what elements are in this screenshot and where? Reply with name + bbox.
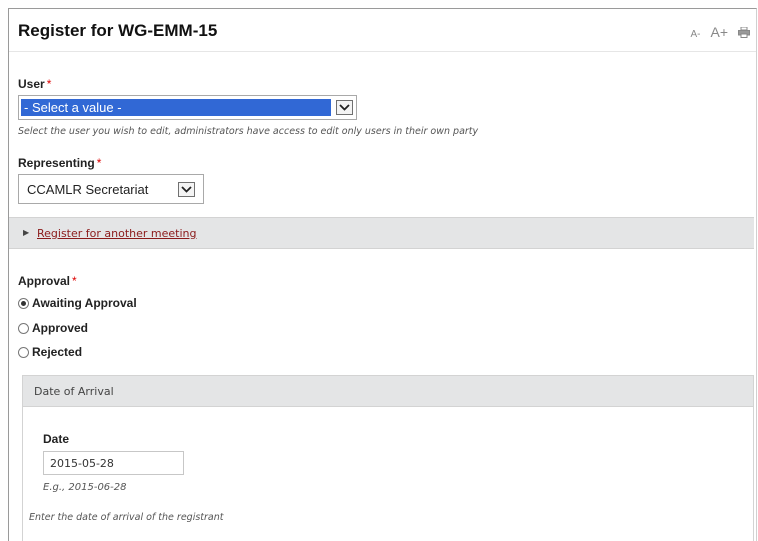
- date-of-arrival-fieldset: Date of Arrival Date E.g., 2015-06-28 En…: [22, 375, 754, 541]
- approval-label-text: Approval: [18, 274, 71, 288]
- user-label: User *: [18, 77, 51, 91]
- radio-button[interactable]: [18, 346, 29, 358]
- another-meeting-link[interactable]: Register for another meeting: [37, 227, 197, 240]
- user-select-value: - Select a value -: [21, 99, 331, 116]
- approval-option-label: Approved: [32, 321, 89, 335]
- caret-right-icon[interactable]: ▶: [23, 228, 29, 237]
- representing-label: Representing *: [18, 156, 101, 170]
- approval-option-awaiting[interactable]: Awaiting Approval: [18, 296, 137, 310]
- another-meeting-fieldset[interactable]: ▶ Register for another meeting: [9, 217, 754, 249]
- chevron-down-icon[interactable]: [336, 100, 353, 115]
- date-description: Enter the date of arrival of the registr…: [29, 512, 224, 523]
- date-of-arrival-legend-text: Date of Arrival: [34, 385, 114, 398]
- page-header: Register for WG-EMM-15 A- A+: [9, 9, 756, 52]
- date-of-arrival-legend: Date of Arrival: [23, 376, 753, 407]
- font-increase-button[interactable]: A+: [710, 24, 728, 40]
- approval-option-rejected[interactable]: Rejected: [18, 345, 82, 359]
- approval-option-label: Rejected: [32, 345, 83, 359]
- font-decrease-button[interactable]: A-: [690, 29, 700, 40]
- required-marker: *: [96, 156, 102, 170]
- text-tools: A- A+: [690, 24, 750, 40]
- radio-button[interactable]: [18, 297, 29, 309]
- required-marker: *: [72, 274, 77, 288]
- print-icon[interactable]: [738, 25, 750, 38]
- required-marker: *: [46, 77, 52, 91]
- page-title: Register for WG-EMM-15: [18, 21, 218, 40]
- representing-label-text: Representing: [18, 156, 95, 170]
- approval-option-label: Awaiting Approval: [32, 296, 137, 310]
- date-input[interactable]: [43, 451, 184, 475]
- approval-label: Approval *: [18, 274, 77, 288]
- registration-form-panel: Register for WG-EMM-15 A- A+ User * - Sel…: [8, 8, 757, 541]
- date-example: E.g., 2015-06-28: [43, 482, 127, 493]
- user-label-text: User: [18, 77, 45, 91]
- approval-option-approved[interactable]: Approved: [18, 321, 88, 335]
- representing-select[interactable]: CCAMLR Secretariat: [18, 174, 204, 204]
- chevron-down-icon[interactable]: [178, 182, 195, 197]
- date-label: Date: [43, 432, 70, 446]
- user-select[interactable]: - Select a value -: [18, 95, 357, 120]
- radio-button[interactable]: [18, 322, 29, 334]
- representing-select-value: CCAMLR Secretariat: [27, 182, 149, 197]
- user-description: Select the user you wish to edit, admini…: [18, 126, 479, 137]
